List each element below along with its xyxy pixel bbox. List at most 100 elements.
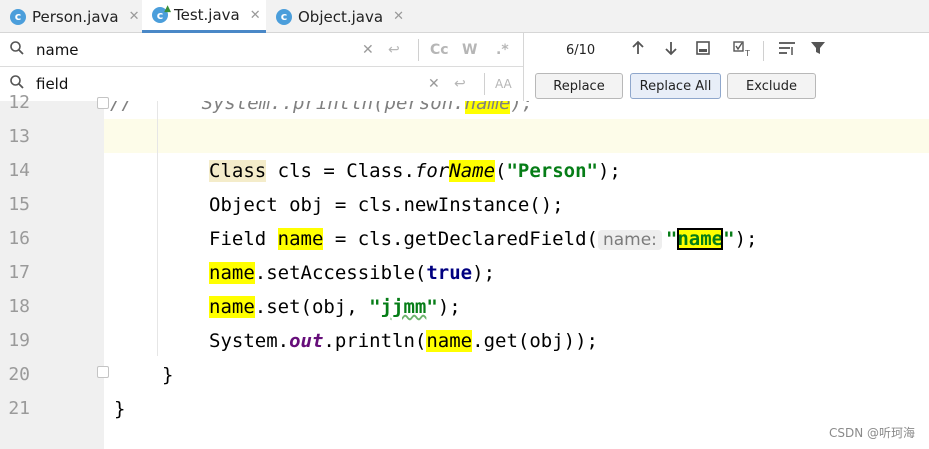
clear-search-icon[interactable]: ✕: [362, 42, 374, 58]
search-match: name: [464, 101, 511, 114]
code-line-16: Field name = cls.getDeclaredField(name: "…: [209, 222, 757, 257]
string-literal: ": [665, 228, 678, 250]
arrow-down-icon[interactable]: [663, 40, 679, 60]
code-token: .println(: [323, 330, 427, 352]
code-line-21: }: [114, 398, 126, 420]
arrow-up-icon[interactable]: [630, 40, 646, 60]
code-line-20: }: [162, 364, 174, 386]
comment-text: .println(person.: [281, 101, 465, 114]
match-case-icon[interactable]: Cc: [430, 42, 449, 58]
code-token: .set(obj,: [254, 296, 370, 318]
clear-replace-icon[interactable]: ✕: [428, 76, 440, 92]
code-token: cls = Class.: [266, 160, 415, 182]
parameter-hint: name:: [597, 230, 662, 250]
string-literal: jjmm: [380, 296, 427, 318]
code-line-14: Class cls = Class.forName("Person");: [209, 154, 621, 188]
string-literal: ": [369, 296, 381, 318]
text-align-icon[interactable]: [778, 40, 796, 60]
exclude-button[interactable]: Exclude: [727, 73, 816, 99]
code-line-19: System.out.println(name.get(obj));: [209, 324, 598, 358]
filter-icon[interactable]: [810, 40, 826, 60]
fold-marker-icon[interactable]: [97, 366, 109, 378]
indent-guide: [157, 101, 158, 356]
line-number: 21: [8, 398, 30, 419]
line-number: 19: [8, 330, 30, 351]
search-match: name: [277, 228, 324, 250]
divider: [523, 33, 524, 101]
code-line-17: name.setAccessible(true);: [209, 256, 495, 290]
code-token: = cls.getDeclaredField(: [323, 228, 598, 250]
filter-options-icon[interactable]: T: [733, 40, 755, 62]
code-token: .get(obj));: [472, 330, 598, 352]
svg-text:T: T: [744, 49, 750, 58]
code-line-15: Object obj = cls.newInstance();: [209, 194, 564, 216]
code-editor[interactable]: // System..println(person.name); Class c…: [104, 101, 929, 449]
code-token: );: [472, 262, 496, 284]
code-token: (: [495, 160, 507, 182]
editor-tab-bar: c Person.java ✕ c ▲ Test.java ✕ c Object.…: [0, 0, 929, 33]
line-number: 14: [8, 160, 30, 181]
string-literal: ": [723, 228, 735, 250]
code-token: );: [734, 228, 758, 250]
code-token: System.: [209, 330, 290, 352]
new-line-icon[interactable]: ↩: [388, 42, 400, 58]
line-number: 12: [8, 92, 30, 113]
line-number: 17: [8, 262, 30, 283]
search-results-count: 6/10: [566, 43, 596, 58]
code-line-18: name.set(obj, "jjmm");: [209, 290, 461, 324]
line-number: 18: [8, 296, 30, 317]
string-literal: ": [426, 296, 438, 318]
close-icon[interactable]: ✕: [250, 8, 261, 23]
c-class-icon: c: [276, 8, 292, 25]
tab-test-java[interactable]: c ▲ Test.java ✕: [142, 0, 266, 33]
code-token: .setAccessible(: [254, 262, 427, 284]
replace-all-button[interactable]: Replace All: [630, 73, 721, 99]
replace-input[interactable]: [34, 74, 348, 94]
line-number: 13: [8, 126, 30, 147]
search-input[interactable]: [34, 39, 348, 60]
search-icon[interactable]: [0, 40, 34, 60]
close-icon[interactable]: ✕: [129, 9, 140, 24]
code-token: );: [597, 160, 621, 182]
code-line-12: // System..println(person.name);: [110, 101, 533, 120]
search-match: Name: [449, 160, 496, 182]
tab-person-java[interactable]: c Person.java ✕: [0, 0, 142, 33]
divider: [484, 73, 485, 95]
code-token: for: [414, 160, 450, 182]
c-class-runnable-icon: c ▲: [152, 4, 171, 23]
divider: [763, 41, 764, 61]
search-row: ✕ ↩ Cc W .*: [0, 33, 523, 67]
code-token: );: [437, 296, 461, 318]
string-literal: "Person": [506, 160, 598, 182]
close-icon[interactable]: ✕: [393, 9, 404, 24]
code-token: Field: [209, 228, 278, 250]
comment-text: );: [510, 101, 534, 114]
current-line-highlight: [104, 119, 929, 153]
static-field: out: [289, 330, 324, 352]
line-number: 16: [8, 228, 30, 249]
code-token: Class: [209, 160, 267, 182]
keyword: true: [426, 262, 473, 284]
tab-object-java[interactable]: c Object.java ✕: [266, 0, 408, 33]
tab-label: Object.java: [298, 7, 384, 26]
replace-row: ✕ ↩ A͏A: [0, 67, 523, 101]
replace-button[interactable]: Replace: [535, 73, 623, 99]
line-number: 15: [8, 194, 30, 215]
comment-text: // System.: [110, 101, 282, 114]
divider: [418, 38, 419, 61]
tab-label: Test.java: [174, 6, 240, 24]
line-number: 20: [8, 364, 30, 385]
regex-icon[interactable]: .*: [496, 42, 509, 58]
tab-label: Person.java: [32, 7, 119, 26]
search-match: name: [209, 296, 255, 318]
preserve-case-icon[interactable]: A͏A: [495, 77, 512, 91]
words-icon[interactable]: W: [462, 42, 477, 58]
select-all-occurrences-icon[interactable]: [695, 40, 711, 60]
new-line-icon[interactable]: ↩: [454, 76, 466, 92]
c-class-icon: c: [10, 8, 26, 25]
current-search-match: name: [677, 228, 724, 250]
watermark: CSDN @听珂海: [828, 426, 915, 440]
fold-marker-icon[interactable]: [97, 97, 109, 109]
search-match: name: [209, 262, 255, 284]
search-match: name: [426, 330, 473, 352]
